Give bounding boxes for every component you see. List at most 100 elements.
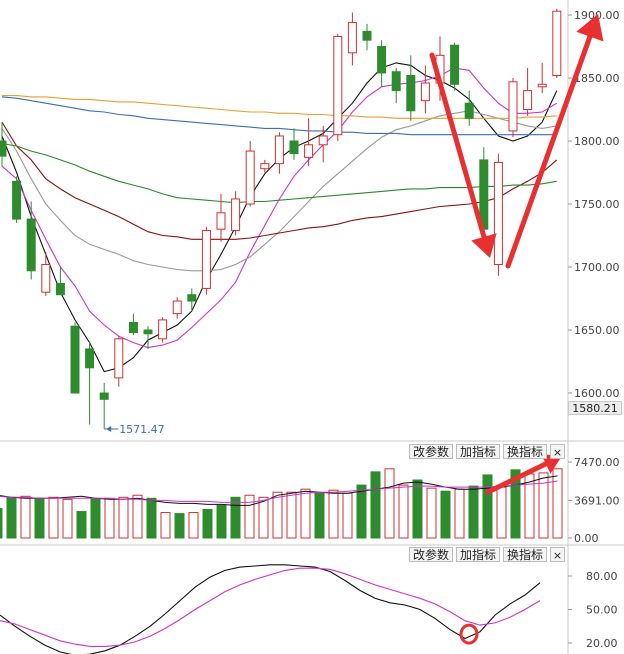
candle-body	[537, 83, 547, 88]
price-tick-label: 1600.00	[574, 387, 620, 400]
candle-body	[333, 35, 343, 136]
volume-bar	[342, 492, 353, 539]
price-tick-label: 1850.00	[574, 72, 620, 85]
candlestick	[289, 128, 299, 160]
price-tick-label: 1750.00	[574, 198, 620, 211]
candlestick	[493, 153, 503, 276]
volume-bar	[412, 479, 423, 539]
candle-body	[450, 44, 460, 85]
candlestick	[231, 191, 241, 236]
candle-body	[216, 212, 226, 230]
close-icon[interactable]: ×	[550, 444, 565, 459]
volume-bar	[314, 492, 325, 539]
volume-bar	[34, 497, 45, 539]
candlestick	[26, 201, 36, 280]
volume-bar	[300, 488, 311, 539]
candle-body	[187, 294, 197, 302]
volume-bar	[0, 507, 3, 539]
candle-body	[128, 321, 138, 334]
candlestick	[479, 147, 489, 230]
oscillator-tick-label: 80.00	[586, 570, 618, 583]
candle-body	[552, 10, 562, 76]
candle-body	[260, 163, 270, 170]
candlestick	[187, 288, 197, 312]
candlestick	[333, 33, 343, 141]
candlestick	[450, 42, 460, 91]
add-indicator-button-oscillator[interactable]: 加指标	[456, 547, 501, 562]
candlestick	[201, 226, 211, 295]
candlestick	[537, 62, 547, 94]
volume-tick-label: 0.00	[574, 532, 599, 545]
candlestick	[523, 67, 533, 116]
volume-bar	[426, 487, 437, 539]
candlestick	[99, 382, 109, 429]
volume-bar	[468, 485, 479, 539]
candle-body	[304, 144, 314, 158]
candle-body	[464, 102, 474, 119]
params-button[interactable]: 改参数	[409, 444, 454, 459]
params-button-oscillator[interactable]: 改参数	[409, 547, 454, 562]
candle-body	[12, 180, 22, 220]
switch-indicator-button[interactable]: 换指标	[503, 444, 548, 459]
candle-body	[493, 161, 503, 265]
price-panel: 1900.001850.001800.001750.001700.001650.…	[0, 8, 620, 436]
volume-bar	[258, 496, 269, 539]
candlestick	[274, 132, 284, 174]
candle-body	[158, 319, 168, 340]
candle-body	[70, 325, 80, 394]
price-tick-label: 1650.00	[574, 324, 620, 337]
oscillator-tick-label: 50.00	[586, 604, 618, 617]
volume-bar	[454, 488, 465, 539]
candle-body	[0, 140, 7, 157]
volume-bar	[286, 491, 297, 539]
volume-bar	[48, 496, 59, 539]
price-tick-label: 1700.00	[574, 261, 620, 274]
volume-bar	[174, 513, 185, 539]
candle-body	[55, 282, 65, 296]
volume-bar	[104, 497, 115, 539]
volume-tick-label: 7470.00	[574, 456, 620, 469]
oscillator-panel: 80.00 50.00 20.00	[0, 564, 618, 654]
volume-bar	[482, 474, 493, 539]
candle-body	[143, 329, 153, 335]
volume-bar	[328, 489, 339, 539]
candle-body	[289, 140, 299, 155]
volume-bar	[552, 468, 563, 539]
volume-bar	[440, 490, 451, 539]
candle-body	[245, 150, 255, 205]
candlestick	[12, 176, 22, 223]
candlestick	[70, 322, 80, 394]
candle-body	[362, 30, 372, 41]
low-annotation-label: 1571.47	[119, 423, 165, 436]
volume-bar	[118, 496, 129, 539]
candlestick	[85, 341, 95, 425]
volume-bar	[76, 511, 87, 539]
candlestick	[172, 297, 182, 319]
candlestick	[0, 122, 7, 167]
volume-bar	[132, 494, 143, 539]
candle-body	[420, 82, 430, 102]
candle-body	[26, 218, 36, 272]
candlestick	[362, 23, 372, 51]
candle-body	[347, 22, 357, 54]
volume-bar	[62, 498, 73, 539]
switch-indicator-button-oscillator[interactable]: 换指标	[503, 547, 548, 562]
candle-body	[508, 81, 518, 132]
volume-bar	[398, 484, 409, 539]
close-icon-oscillator[interactable]: ×	[550, 547, 565, 562]
candlestick	[158, 317, 168, 343]
candlestick	[391, 67, 401, 104]
volume-bar	[20, 495, 31, 539]
candlestick	[41, 251, 51, 296]
volume-bar	[496, 486, 507, 539]
candlestick	[347, 12, 357, 66]
candle-body	[85, 348, 95, 369]
volume-panel: 7470.00 3691.00 0.00	[0, 456, 620, 545]
add-indicator-button[interactable]: 加指标	[456, 444, 501, 459]
up-arrow-shaft	[505, 34, 593, 269]
volume-bar	[160, 512, 171, 539]
candle-body	[523, 90, 533, 110]
volume-bar	[90, 497, 101, 539]
candlestick	[508, 78, 518, 138]
volume-bar	[230, 496, 241, 539]
